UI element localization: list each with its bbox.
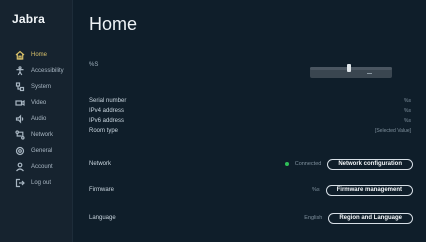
main-content: Home %S Serial number %s IPv4 address %s… — [73, 0, 426, 242]
sidebar-item-label: Home — [31, 52, 48, 58]
sidebar-nav: Home Accessibility System Video Audio Ne… — [0, 47, 72, 191]
sidebar-item-audio[interactable]: Audio — [0, 111, 72, 127]
language-value: English — [304, 215, 323, 221]
ipv6-value: %s — [404, 117, 411, 124]
region-and-language-button[interactable]: Region and Language — [328, 212, 413, 224]
sidebar-item-label: Network — [31, 132, 54, 138]
language-label: Language — [89, 215, 116, 221]
sidebar: Jabra Home Accessibility System Video Au… — [0, 0, 73, 242]
gear-icon — [15, 146, 25, 156]
network-status: Connected — [294, 161, 322, 167]
network-row: Network Connected Network configuration — [89, 157, 413, 171]
info-row-ipv4: IPv4 address %s — [89, 106, 411, 115]
account-icon — [16, 162, 24, 172]
firmware-version: %s — [312, 187, 320, 193]
page-title: Home — [89, 14, 138, 34]
sidebar-item-label: Log out — [31, 180, 52, 186]
sidebar-item-account[interactable]: Account — [0, 159, 72, 175]
network-configuration-button[interactable]: Network configuration — [327, 158, 413, 170]
info-row-ipv6: IPv6 address %s — [89, 116, 411, 125]
ipv4-value: %s — [404, 107, 411, 114]
sidebar-item-label: Video — [31, 100, 47, 106]
firmware-label: Firmware — [89, 187, 114, 193]
sidebar-item-accessibility[interactable]: Accessibility — [0, 63, 72, 79]
info-row-room-type: Room type [Selected Value] — [89, 126, 411, 135]
ipv6-label: IPv6 address — [89, 117, 125, 124]
serial-label: Serial number — [89, 97, 127, 104]
firmware-management-button[interactable]: Firmware management — [325, 184, 413, 196]
device-model: %S — [89, 62, 99, 68]
sidebar-item-home[interactable]: Home — [0, 47, 72, 63]
info-row-serial: Serial number %s — [89, 96, 411, 105]
sidebar-item-label: Audio — [31, 116, 47, 122]
serial-value: %s — [404, 97, 411, 104]
room-type-value: [Selected Value] — [374, 127, 411, 134]
ipv4-label: IPv4 address — [89, 107, 125, 114]
video-bar-device-image — [310, 64, 392, 78]
connected-status-icon — [284, 162, 289, 166]
sidebar-item-network[interactable]: Network — [0, 127, 72, 143]
system-icon — [15, 82, 25, 92]
video-icon — [15, 99, 25, 107]
brand-logo: Jabra — [12, 12, 46, 26]
network-icon — [15, 130, 25, 140]
sidebar-item-video[interactable]: Video — [0, 95, 72, 111]
accessibility-icon — [16, 66, 24, 76]
logout-icon — [15, 178, 25, 188]
firmware-row: Firmware %s Firmware management — [89, 183, 413, 197]
audio-icon — [15, 114, 24, 124]
sidebar-item-label: Account — [31, 164, 53, 170]
language-row: Language English Region and Language — [89, 211, 413, 225]
sidebar-item-system[interactable]: System — [0, 79, 72, 95]
sidebar-item-label: System — [31, 84, 52, 90]
sidebar-item-label: Accessibility — [31, 68, 64, 74]
room-type-label: Room type — [89, 127, 119, 134]
home-icon — [15, 50, 25, 60]
network-label: Network — [89, 161, 112, 167]
sidebar-item-general[interactable]: General — [0, 143, 72, 159]
sidebar-item-label: General — [31, 148, 53, 154]
sidebar-item-logout[interactable]: Log out — [0, 175, 72, 191]
